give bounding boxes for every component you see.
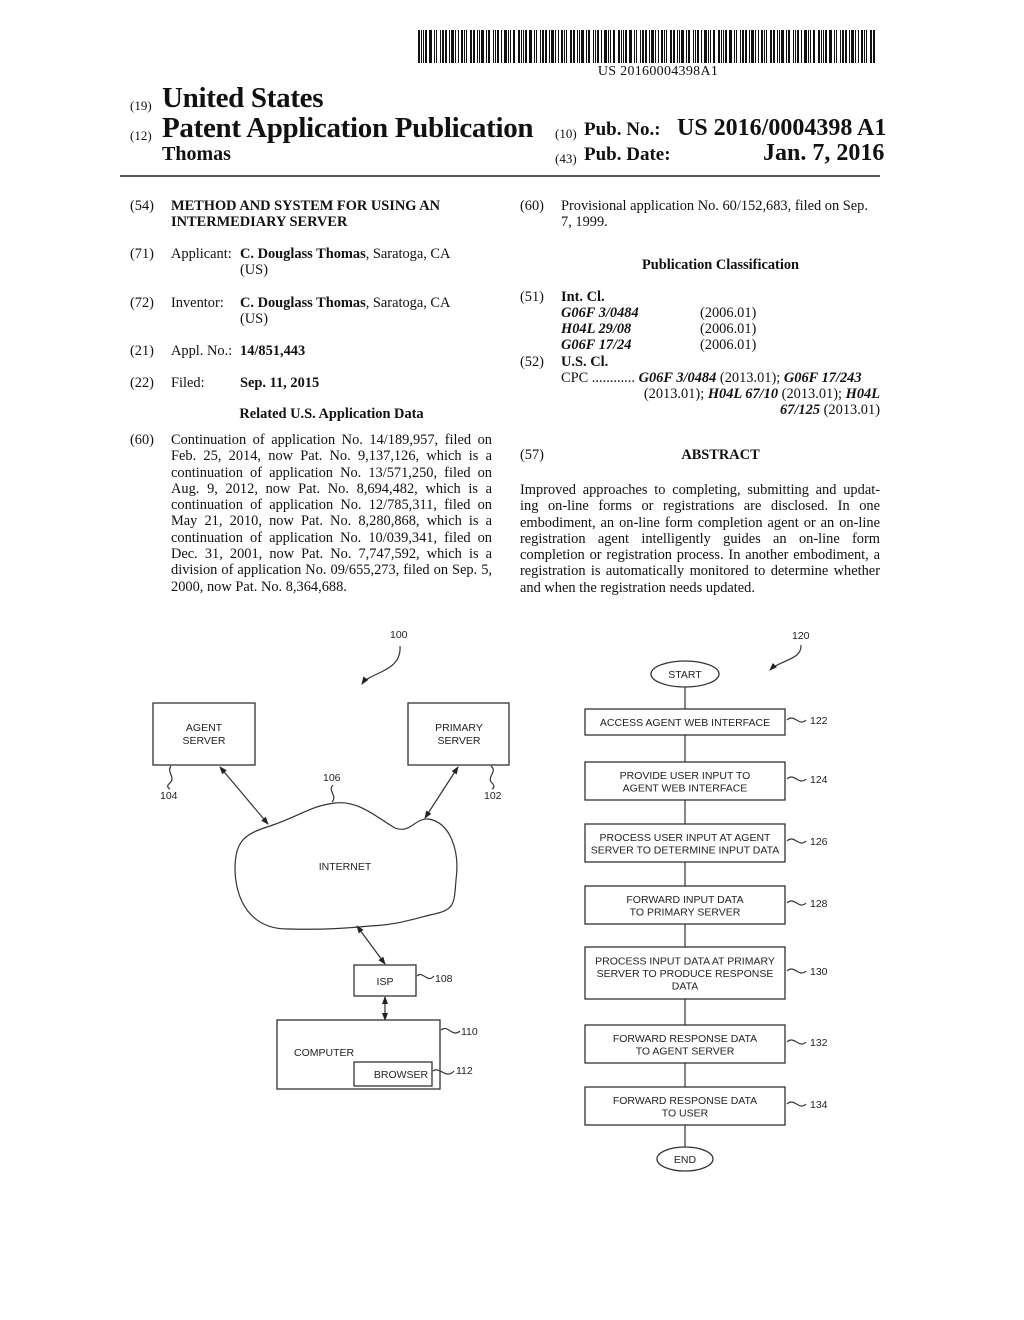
flow-step-label: FORWARD RESPONSE DATA: [613, 1033, 757, 1045]
browser-label: BROWSER: [374, 1069, 429, 1081]
primary-server-label-line2: SERVER: [438, 735, 481, 747]
ref-120: 120: [792, 630, 810, 642]
flow-step-ref: 130: [810, 966, 828, 978]
flow-step-ref: 128: [810, 898, 828, 910]
flow-step-label: DATA: [672, 981, 698, 993]
agent-server-label-line2: SERVER: [183, 735, 226, 747]
ref-110-squiggle: [440, 1028, 461, 1034]
primary-internet-link: [424, 766, 459, 819]
ref-106-squiggle: [330, 784, 335, 803]
figures: 100 AGENT SERVER 104 PRIMARY SERVER 102 …: [152, 629, 828, 1172]
flow-step-label: ACCESS AGENT WEB INTERFACE: [600, 717, 770, 729]
agent-server-label-line1: AGENT: [186, 722, 223, 734]
flow-ref-squiggle: [786, 776, 807, 782]
flow-step-label: TO USER: [662, 1107, 709, 1119]
ref-102-squiggle: [489, 765, 495, 790]
flow-step-ref: 126: [810, 836, 828, 848]
flow-ref-squiggle: [786, 838, 807, 844]
isp-label: ISP: [377, 976, 394, 988]
flow-step-label: PROCESS USER INPUT AT AGENT: [600, 832, 772, 844]
ref-104-squiggle: [167, 765, 173, 790]
start-label: START: [668, 669, 702, 681]
internet-isp-link: [356, 925, 386, 965]
flow-step-label: AGENT WEB INTERFACE: [623, 782, 748, 794]
ref-106: 106: [323, 772, 341, 784]
ref-120-pointer: [769, 644, 802, 671]
flow-step-label: FORWARD INPUT DATA: [626, 894, 743, 906]
ref-102: 102: [484, 790, 502, 802]
ref-104: 104: [160, 790, 178, 802]
flow-step-label: SERVER TO DETERMINE INPUT DATA: [591, 844, 779, 856]
flow-step-ref: 124: [810, 774, 828, 786]
ref-110: 110: [461, 1026, 478, 1038]
flow-step-label: PROVIDE USER INPUT TO: [620, 770, 751, 782]
flow-step-label: TO PRIMARY SERVER: [630, 906, 741, 918]
internet-label: INTERNET: [319, 861, 372, 873]
flow-ref-squiggle: [786, 717, 807, 723]
primary-server-label-line1: PRIMARY: [435, 722, 483, 734]
flow-ref-squiggle: [786, 900, 807, 906]
agent-server-box: [152, 702, 256, 766]
flow-ref-squiggle: [786, 1101, 807, 1107]
end-label: END: [674, 1154, 697, 1166]
ref-112: 112: [456, 1065, 473, 1077]
flow-ref-squiggle: [786, 968, 807, 974]
flow-step-label: SERVER TO PRODUCE RESPONSE: [597, 968, 774, 980]
flow-step-ref: 122: [810, 715, 828, 727]
flow-step-label: FORWARD RESPONSE DATA: [613, 1095, 757, 1107]
ref-100: 100: [390, 629, 408, 641]
ref-108: 108: [435, 973, 453, 985]
ref-108-squiggle: [416, 973, 435, 980]
flow-step-label: TO AGENT SERVER: [636, 1045, 735, 1057]
flow-step-ref: 134: [810, 1099, 828, 1111]
primary-server-box: [407, 702, 510, 766]
flow-step-ref: 132: [810, 1037, 828, 1049]
flow-ref-squiggle: [786, 1039, 807, 1045]
agent-internet-link: [219, 766, 269, 825]
flow-step-label: PROCESS INPUT DATA AT PRIMARY: [595, 956, 775, 968]
ref-100-pointer: [361, 645, 401, 685]
computer-label: COMPUTER: [294, 1047, 355, 1059]
